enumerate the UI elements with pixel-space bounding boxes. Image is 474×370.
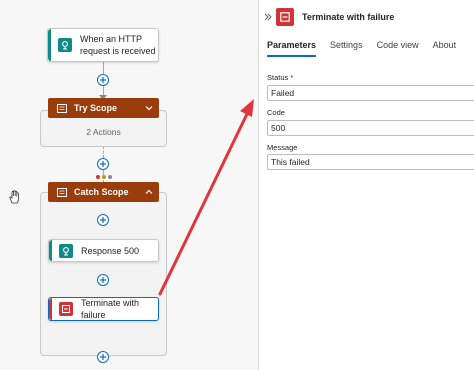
annotation-arrow-line: [158, 112, 249, 296]
annotation-arrow-head: [240, 99, 254, 117]
annotation-arrow: [158, 99, 254, 296]
